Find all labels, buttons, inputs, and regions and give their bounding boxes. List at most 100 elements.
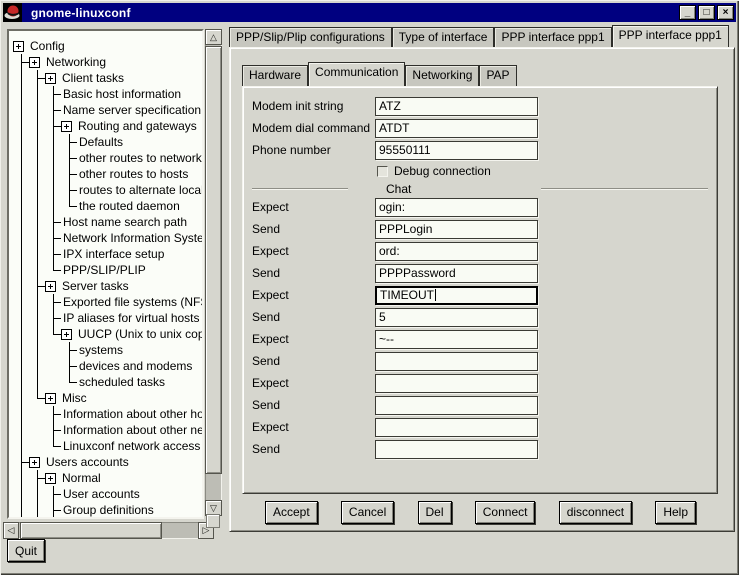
tree-item-scheduled-tasks[interactable]: scheduled tasks bbox=[13, 374, 202, 390]
chat-2-expect-input[interactable]: ord: bbox=[375, 242, 538, 261]
horizontal-scroll-thumb[interactable] bbox=[20, 522, 162, 539]
expander-plus-icon[interactable] bbox=[13, 41, 24, 52]
tree-item-ip-aliases-for-virtual-hosts[interactable]: IP aliases for virtual hosts bbox=[13, 310, 202, 326]
expander-plus-icon[interactable] bbox=[45, 73, 56, 84]
tree-item-normal[interactable]: Normal bbox=[13, 470, 202, 486]
tree-item-change-root-password[interactable]: Change root password bbox=[13, 518, 202, 519]
tree-item-uucp-unix-to-unix-copy[interactable]: UUCP (Unix to unix copy) bbox=[13, 326, 202, 342]
chat-9-send-input[interactable] bbox=[375, 396, 538, 415]
chat-10-expect-input[interactable] bbox=[375, 418, 538, 437]
phone-number-input[interactable]: 95550111 bbox=[375, 141, 538, 160]
chat-expect-label: Expect bbox=[252, 244, 375, 258]
tree-item-routing-and-gateways[interactable]: Routing and gateways bbox=[13, 118, 202, 134]
chat-11-send-input[interactable] bbox=[375, 440, 538, 459]
subtab-1-communication[interactable]: Communication bbox=[308, 62, 405, 86]
tree-item-user-accounts[interactable]: User accounts bbox=[13, 486, 202, 502]
tree-item-routes-to-alternate-local-ne[interactable]: routes to alternate local ne bbox=[13, 182, 202, 198]
tree-guide bbox=[13, 86, 29, 102]
chat-send-label: Send bbox=[252, 266, 375, 280]
tree-item-ipx-interface-setup[interactable]: IPX interface setup bbox=[13, 246, 202, 262]
tree-item-information-about-other-host[interactable]: Information about other host bbox=[13, 406, 202, 422]
tree-line bbox=[53, 430, 61, 431]
tree-guide bbox=[13, 182, 29, 198]
maximize-button[interactable]: □ bbox=[698, 5, 715, 20]
tree-item-systems[interactable]: systems bbox=[13, 342, 202, 358]
modem-dial-command-input[interactable]: ATDT bbox=[375, 119, 538, 138]
tree-item-group-definitions[interactable]: Group definitions bbox=[13, 502, 202, 518]
expander-plus-icon[interactable] bbox=[29, 57, 40, 68]
tree-junction bbox=[29, 70, 45, 86]
tab-1-type-of-interface[interactable]: Type of interface bbox=[392, 27, 495, 47]
chat-1-send-input[interactable]: PPPLogin bbox=[375, 220, 538, 239]
chat-8-expect-input[interactable] bbox=[375, 374, 538, 393]
subtab-2-networking[interactable]: Networking bbox=[405, 65, 479, 86]
help-button[interactable]: Help bbox=[655, 501, 696, 524]
tree-item-the-routed-daemon[interactable]: the routed daemon bbox=[13, 198, 202, 214]
tree-horizontal-scrollbar[interactable]: ◁ ▷ bbox=[3, 522, 214, 539]
tree-item-server-tasks[interactable]: Server tasks bbox=[13, 278, 202, 294]
scroll-up-icon[interactable]: △ bbox=[205, 29, 222, 45]
minimize-button[interactable]: _ bbox=[679, 5, 696, 20]
subtab-0-hardware[interactable]: Hardware bbox=[242, 65, 308, 86]
expander-plus-icon[interactable] bbox=[29, 457, 40, 468]
tree-item-devices-and-modems[interactable]: devices and modems bbox=[13, 358, 202, 374]
chat-3-send-input[interactable]: PPPPassword bbox=[375, 264, 538, 283]
tree-item-exported-file-systems-nfs[interactable]: Exported file systems (NFS) bbox=[13, 294, 202, 310]
outer-tab-row: PPP/Slip/Plip configurationsType of inte… bbox=[229, 25, 735, 47]
tree-guide bbox=[13, 118, 29, 134]
vertical-scroll-thumb[interactable] bbox=[205, 46, 222, 474]
tree-item-information-about-other-netw[interactable]: Information about other netw bbox=[13, 422, 202, 438]
del-button[interactable]: Del bbox=[418, 501, 452, 524]
tree-guide bbox=[13, 358, 29, 374]
expander-plus-icon[interactable] bbox=[61, 121, 72, 132]
tree-line bbox=[21, 182, 22, 198]
tab-2-ppp-interface-ppp1[interactable]: PPP interface ppp1 bbox=[494, 27, 611, 47]
cancel-button[interactable]: Cancel bbox=[341, 501, 394, 524]
expander-plus-icon[interactable] bbox=[45, 393, 56, 404]
tree-item-network-information-system[interactable]: Network Information System bbox=[13, 230, 202, 246]
tree-item-ppp-slip-plip[interactable]: PPP/SLIP/PLIP bbox=[13, 262, 202, 278]
tree-item-config[interactable]: Config bbox=[13, 38, 202, 54]
chat-expect-label: Expect bbox=[252, 420, 375, 434]
tree-junction bbox=[45, 502, 61, 518]
tree-item-other-routes-to-hosts[interactable]: other routes to hosts bbox=[13, 166, 202, 182]
tree-guide bbox=[29, 134, 45, 150]
chat-4-expect-input[interactable]: TIMEOUT bbox=[375, 286, 538, 305]
tree-item-linuxconf-network-access[interactable]: Linuxconf network access bbox=[13, 438, 202, 454]
chat-5-send-input[interactable]: 5 bbox=[375, 308, 538, 327]
chat-7-send-input[interactable] bbox=[375, 352, 538, 371]
tree-line bbox=[21, 102, 22, 118]
tree-item-other-routes-to-networks[interactable]: other routes to networks bbox=[13, 150, 202, 166]
tab-0-ppp-slip-plip-configurations[interactable]: PPP/Slip/Plip configurations bbox=[229, 27, 392, 47]
tree-item-client-tasks[interactable]: Client tasks bbox=[13, 70, 202, 86]
quit-button[interactable]: Quit bbox=[7, 539, 45, 562]
tree-item-name-server-specification[interactable]: Name server specification ( bbox=[13, 102, 202, 118]
expander-plus-icon[interactable] bbox=[45, 473, 56, 484]
tab-3-ppp-interface-ppp1[interactable]: PPP interface ppp1 bbox=[612, 25, 729, 47]
resize-grip[interactable] bbox=[206, 514, 220, 528]
tree-item-misc[interactable]: Misc bbox=[13, 390, 202, 406]
chat-0-expect-input[interactable]: ogin: bbox=[375, 198, 538, 217]
connect-button[interactable]: Connect bbox=[475, 501, 536, 524]
expander-plus-icon[interactable] bbox=[45, 281, 56, 292]
subtab-3-pap[interactable]: PAP bbox=[479, 65, 516, 86]
tree-item-label: Routing and gateways bbox=[76, 119, 197, 133]
chat-6-expect-input[interactable]: ~-- bbox=[375, 330, 538, 349]
tree-item-networking[interactable]: Networking bbox=[13, 54, 202, 70]
tree-junction bbox=[45, 294, 61, 310]
tree-guide bbox=[13, 374, 29, 390]
tree-item-defaults[interactable]: Defaults bbox=[13, 134, 202, 150]
tree-item-users-accounts[interactable]: Users accounts bbox=[13, 454, 202, 470]
tree-junction bbox=[29, 390, 45, 406]
debug-connection-checkbox[interactable] bbox=[377, 166, 388, 177]
tree-item-host-name-search-path[interactable]: Host name search path bbox=[13, 214, 202, 230]
accept-button[interactable]: Accept bbox=[265, 501, 318, 524]
tree-line bbox=[53, 150, 54, 166]
modem-init-string-input[interactable]: ATZ bbox=[375, 97, 538, 116]
expander-plus-icon[interactable] bbox=[61, 329, 72, 340]
scroll-left-icon[interactable]: ◁ bbox=[3, 522, 19, 539]
tree-item-basic-host-information[interactable]: Basic host information bbox=[13, 86, 202, 102]
disconnect-button[interactable]: disconnect bbox=[559, 501, 632, 524]
tree-vertical-scrollbar[interactable]: △ ▽ bbox=[205, 29, 222, 516]
close-button[interactable]: × bbox=[717, 5, 734, 20]
